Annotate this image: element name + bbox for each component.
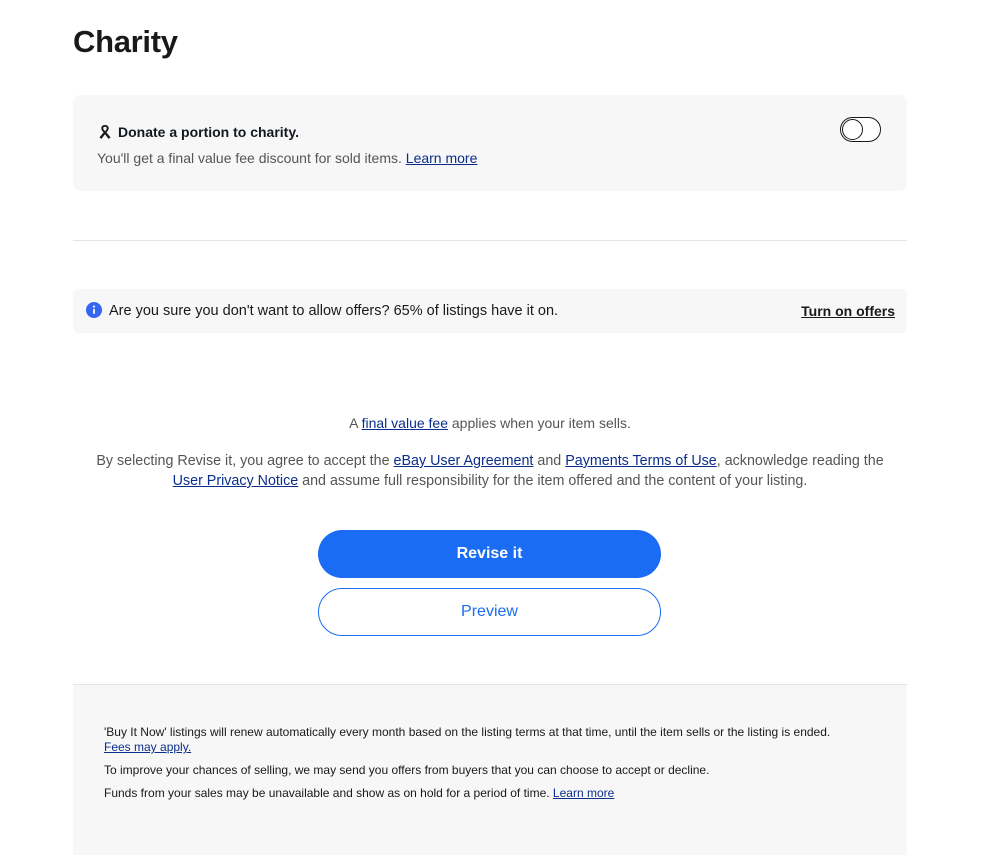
footer-notes: 'Buy It Now' listings will renew automat…: [73, 685, 907, 855]
offers-notice-text: Are you sure you don't want to allow off…: [109, 303, 559, 319]
charity-learn-more-link[interactable]: Learn more: [406, 150, 478, 166]
preview-button[interactable]: Preview: [318, 588, 661, 636]
agreement-part-1: By selecting Revise it, you agree to acc…: [96, 453, 390, 469]
toggle-knob: [842, 118, 863, 140]
section-title: Charity: [73, 24, 178, 59]
divider: [73, 240, 907, 241]
funds-learn-more-link[interactable]: Learn more: [553, 786, 614, 800]
charity-section: Charity Donate a portion to charity. You…: [73, 0, 907, 855]
charity-heading: Donate a portion to charity.: [98, 124, 299, 140]
payments-terms-link[interactable]: Payments Terms of Use: [565, 453, 717, 469]
ribbon-icon: [99, 125, 111, 139]
info-icon: [86, 302, 102, 318]
footer-note-renewal-text: 'Buy It Now' listings will renew automat…: [104, 725, 831, 739]
footer-note-funds-text: Funds from your sales may be unavailable…: [104, 786, 550, 800]
footer-note-funds: Funds from your sales may be unavailable…: [104, 786, 844, 801]
charity-card: Donate a portion to charity. You'll get …: [73, 95, 907, 191]
agreement-part-3: , acknowledge reading the: [716, 453, 884, 469]
charity-description: You'll get a final value fee discount fo…: [97, 150, 477, 166]
footer-note-renewal: 'Buy It Now' listings will renew automat…: [104, 725, 844, 755]
final-value-fee-link[interactable]: final value fee: [362, 415, 448, 431]
charity-toggle[interactable]: [840, 117, 881, 142]
charity-heading-text: Donate a portion to charity.: [118, 124, 299, 140]
agreement-part-4: and assume full responsibility for the i…: [302, 473, 808, 489]
privacy-notice-link[interactable]: User Privacy Notice: [173, 473, 299, 489]
fee-notice-prefix: A: [349, 415, 358, 431]
charity-description-text: You'll get a final value fee discount fo…: [97, 150, 402, 166]
user-agreement-link[interactable]: eBay User Agreement: [394, 453, 534, 469]
fee-notice: A final value fee applies when your item…: [73, 415, 907, 431]
turn-on-offers-link[interactable]: Turn on offers: [801, 303, 895, 319]
footer-note-offers: To improve your chances of selling, we m…: [104, 763, 710, 777]
fees-may-apply-link[interactable]: Fees may apply.: [104, 740, 191, 754]
agreement-text: By selecting Revise it, you agree to acc…: [73, 451, 907, 491]
offers-notice: Are you sure you don't want to allow off…: [73, 289, 907, 333]
agreement-part-2: and: [537, 453, 562, 469]
fee-notice-suffix: applies when your item sells.: [451, 415, 631, 431]
revise-it-button[interactable]: Revise it: [318, 530, 661, 578]
